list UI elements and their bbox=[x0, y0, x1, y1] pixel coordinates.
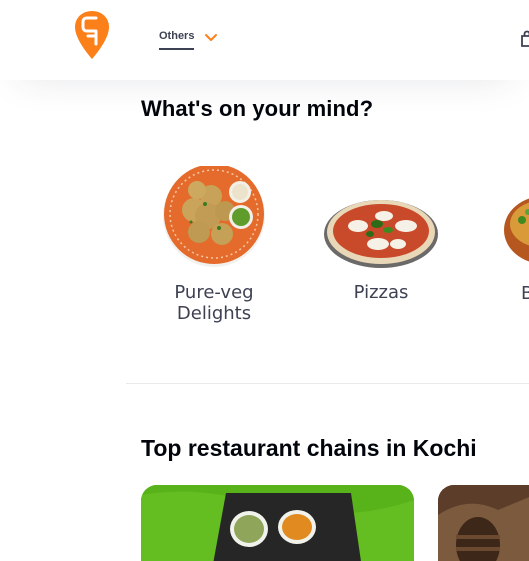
chevron-down-icon bbox=[205, 33, 218, 41]
pure-veg-image bbox=[163, 166, 265, 267]
restaurant-card[interactable] bbox=[141, 485, 414, 561]
location-label: Others bbox=[159, 29, 195, 50]
page: Others What's on your mind? Pure-veg Del… bbox=[0, 0, 529, 561]
cart-icon[interactable] bbox=[519, 30, 529, 48]
category-label: B bbox=[521, 283, 529, 304]
category-item-pizzas[interactable]: Pizzas bbox=[322, 186, 440, 303]
category-item-partial[interactable]: B bbox=[504, 190, 529, 304]
location-selector[interactable]: Others bbox=[159, 29, 218, 50]
category-item-pure-veg[interactable]: Pure-veg Delights bbox=[160, 166, 268, 324]
restaurant-card-image bbox=[141, 485, 414, 561]
biryani-image bbox=[504, 198, 529, 262]
category-label: Pizzas bbox=[353, 282, 409, 303]
swiggy-logo-icon[interactable] bbox=[74, 10, 110, 60]
category-label-line2: Delights bbox=[176, 303, 252, 324]
restaurant-card[interactable] bbox=[438, 485, 529, 561]
top-header: Others bbox=[0, 0, 529, 80]
pizza-image bbox=[324, 200, 438, 268]
restaurant-card-image bbox=[438, 485, 529, 561]
section-title-chains: Top restaurant chains in Kochi bbox=[141, 435, 477, 461]
category-label-line1: Pure-veg bbox=[174, 282, 254, 303]
section-title-mind: What's on your mind? bbox=[141, 96, 374, 121]
section-divider bbox=[126, 383, 529, 384]
